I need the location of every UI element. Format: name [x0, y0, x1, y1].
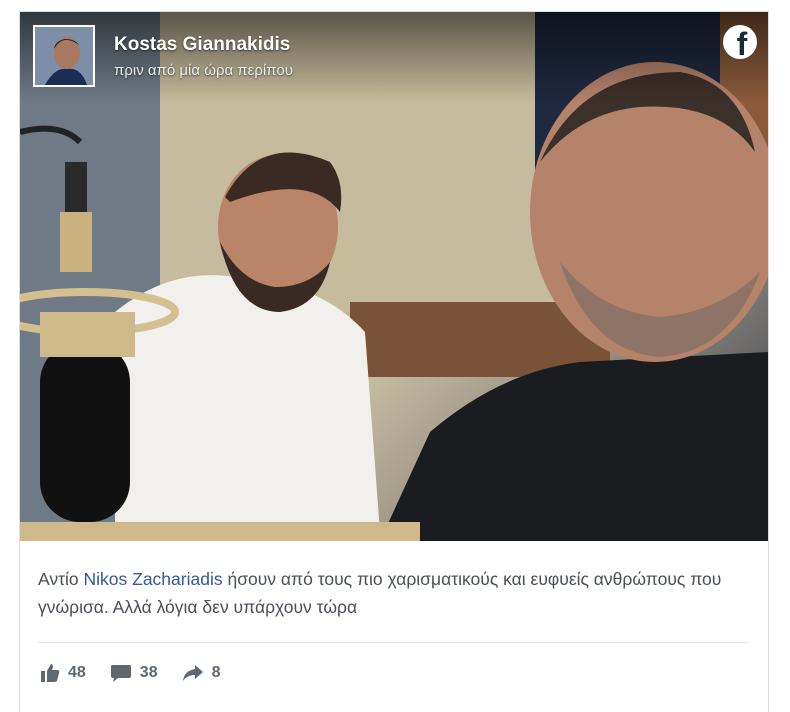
like-button[interactable]: 48: [40, 663, 86, 683]
mention-link[interactable]: Nikos Zachariadis: [84, 569, 223, 589]
thumbs-up-icon: [41, 664, 60, 682]
share-count: 8: [211, 664, 221, 681]
caption-text-start: Αντίο: [38, 569, 84, 589]
comment-button[interactable]: 38: [110, 663, 158, 683]
author-avatar[interactable]: [33, 25, 95, 87]
photo-header-overlay: [20, 12, 768, 102]
post-caption: Αντίο Nikos Zachariadis ήσουν από τους π…: [38, 565, 748, 621]
comment-count: 38: [139, 664, 158, 681]
divider: [38, 642, 748, 643]
share-arrow-icon: [182, 665, 203, 681]
post-photo[interactable]: Kostas Giannakidis πριν από μία ώρα περί…: [20, 12, 768, 541]
like-count: 48: [68, 664, 86, 681]
engagement-bar: 48 38 8: [40, 660, 245, 686]
author-name[interactable]: Kostas Giannakidis: [114, 34, 290, 56]
avatar-image: [35, 27, 93, 85]
facebook-icon[interactable]: f: [723, 25, 757, 59]
comment-bubble-icon: [110, 665, 131, 682]
post-timestamp[interactable]: πριν από μία ώρα περίπου: [114, 62, 293, 79]
post-card: Kostas Giannakidis πριν από μία ώρα περί…: [19, 11, 769, 712]
share-button[interactable]: 8: [182, 663, 221, 683]
